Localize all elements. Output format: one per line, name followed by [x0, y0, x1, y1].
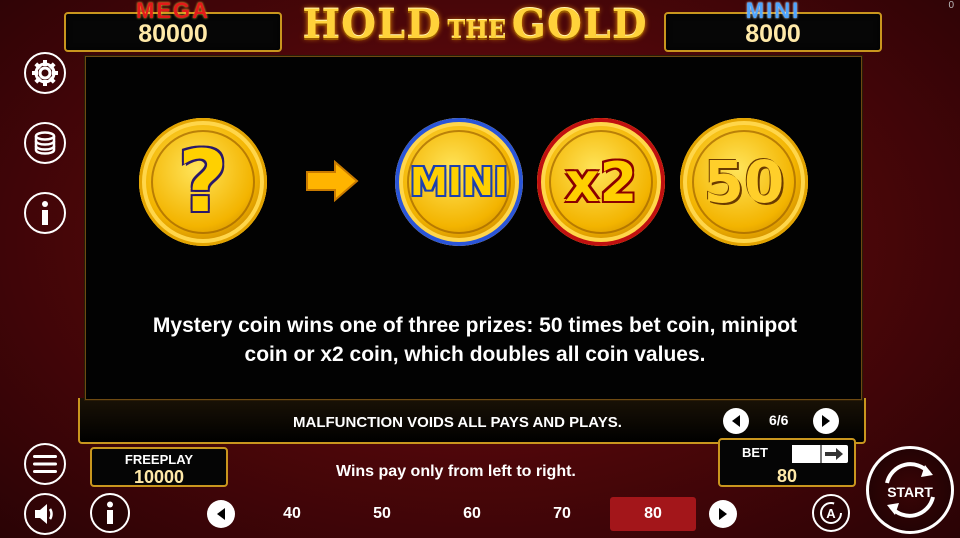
- x2-coin-label: x2: [564, 150, 638, 214]
- mini-jackpot-name: MINI: [745, 0, 801, 23]
- next-page-button[interactable]: [813, 408, 839, 434]
- bet-option-70[interactable]: 70: [519, 497, 605, 531]
- coin-stack-icon[interactable]: [24, 122, 66, 164]
- bet-prev-button[interactable]: [207, 500, 235, 528]
- bet-value: 80: [776, 466, 798, 486]
- mini-coin: MINI: [395, 118, 523, 246]
- autoplay-icon: A: [820, 502, 842, 524]
- freeplay-label: FREEPLAY: [124, 452, 194, 467]
- logo-word-hold: HOLD: [302, 1, 442, 48]
- wins-notice: Wins pay only from left to right.: [336, 463, 576, 480]
- arrow-right-icon: [825, 448, 843, 460]
- bet-next-button[interactable]: [709, 500, 737, 528]
- mega-jackpot-name: MEGA: [136, 0, 210, 23]
- page-indicator: 6/6: [769, 412, 789, 428]
- bet-option-80-selected[interactable]: 80: [610, 497, 696, 531]
- menu-icon[interactable]: [24, 443, 66, 485]
- mega-jackpot-value: 80000: [138, 20, 208, 48]
- game-logo: HOLD THE GOLD: [290, 0, 660, 50]
- bet-option-40[interactable]: 40: [249, 497, 335, 531]
- gear-icon[interactable]: [24, 52, 66, 94]
- info-icon[interactable]: [24, 192, 66, 234]
- prev-page-button[interactable]: [723, 408, 749, 434]
- bet-option-50[interactable]: 50: [339, 497, 425, 531]
- start-label: START: [887, 484, 933, 500]
- svg-text:A: A: [826, 506, 836, 521]
- description-line-1: Mystery coin wins one of three prizes: 5…: [152, 314, 798, 337]
- logo-word-gold: GOLD: [511, 1, 648, 48]
- start-button[interactable]: START: [866, 446, 954, 534]
- bet-toggle[interactable]: [792, 445, 848, 463]
- autoplay-button[interactable]: A: [812, 494, 850, 532]
- freeplay-box: FREEPLAY 10000: [90, 447, 228, 487]
- mystery-coin-symbol: ?: [178, 132, 228, 232]
- mega-jackpot-panel: MEGA 80000: [64, 0, 282, 52]
- mini-jackpot-panel: MINI 8000: [664, 0, 882, 52]
- mini-jackpot-value: 8000: [745, 20, 801, 48]
- bet-box: BET 80: [718, 438, 856, 487]
- x2-coin: x2: [537, 118, 665, 246]
- logo-word-the: THE: [447, 15, 507, 44]
- freeplay-value: 10000: [133, 467, 185, 487]
- arrow-right-icon: [306, 160, 359, 202]
- mini-coin-label: MINI: [410, 160, 508, 204]
- sound-icon[interactable]: [24, 493, 66, 535]
- bet-option-60[interactable]: 60: [429, 497, 515, 531]
- malfunction-notice: MALFUNCTION VOIDS ALL PAYS AND PLAYS.: [293, 414, 622, 431]
- info-button[interactable]: [90, 493, 130, 533]
- mystery-coin: ?: [139, 118, 267, 246]
- corner-counter: 0: [948, 0, 954, 11]
- description-line-2: coin or x2 coin, which doubles all coin …: [244, 343, 706, 366]
- fifty-coin: 50: [680, 118, 808, 246]
- fifty-coin-label: 50: [703, 148, 785, 216]
